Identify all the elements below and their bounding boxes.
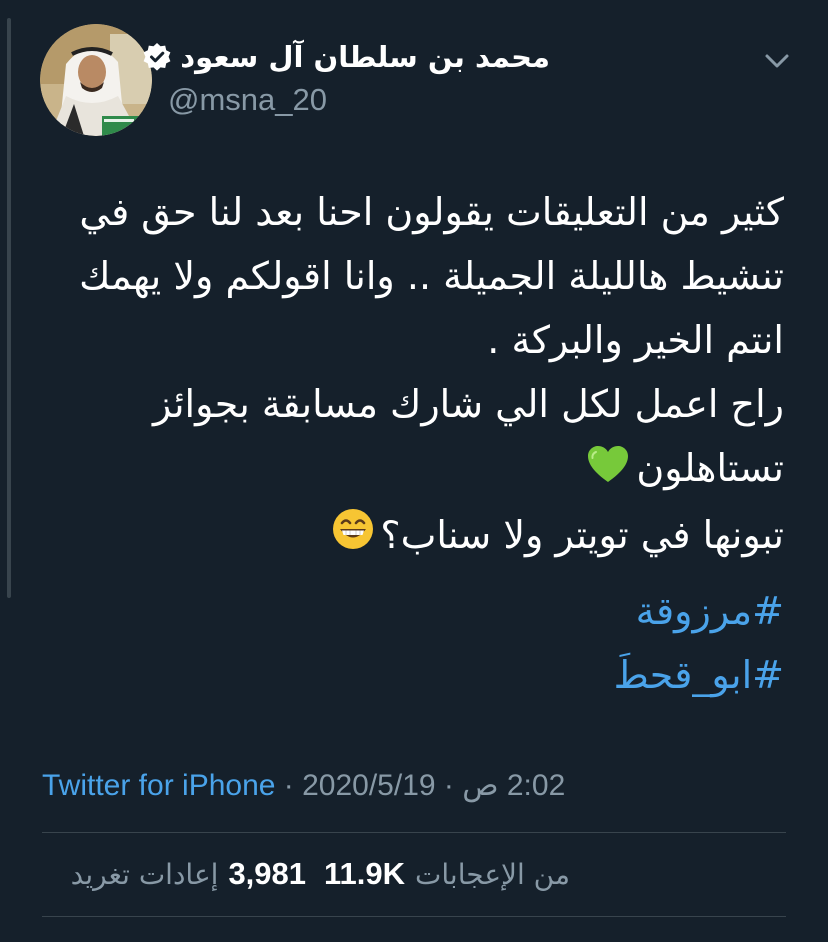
tweet-line-text: تستاهلون [636,446,784,490]
tweet-line: راح اعمل لكل الي شارك مسابقة بجوائز [153,382,784,426]
tweet-text: كثير من التعليقات يقولون احنا بعد لنا حق… [24,180,784,707]
author-handle[interactable]: @msna_20 [168,82,327,118]
divider [42,832,786,833]
grinning-face-emoji-icon [332,505,374,569]
hashtag-link[interactable]: #مرزوقة [24,579,784,643]
tweet-line: كثير من التعليقات يقولون احنا بعد لنا حق… [79,190,784,234]
tweet-stats: من الإعجابات 11.9K 3,981 إعادات تغريد [71,856,570,892]
tweet-time: 2:02 ص [462,769,566,802]
tweet-line: تنشيط هالليلة الجميلة .. وانا اقولكم ولا… [79,254,784,298]
divider [42,916,786,917]
tweet-meta: Twitter for iPhone · 2020/5/19 · 2:02 ص [42,768,565,803]
retweets-count[interactable]: 3,981 [228,856,306,892]
green-heart-emoji-icon [586,439,630,503]
avatar-image [40,24,152,136]
author-name-row[interactable]: محمد بن سلطان آل سعود [142,40,550,74]
meta-separator: · [435,769,463,802]
hashtag-link[interactable]: #ابو_قحطَ [24,643,784,707]
tweet-line-text: تبونها في تويتر ولا سناب؟ [380,512,784,557]
chevron-down-icon[interactable] [760,46,794,76]
tweet-line-with-heart: تستاهلون [24,436,784,503]
author-display-name[interactable]: محمد بن سلطان آل سعود [180,40,550,74]
tweet-line-with-grin: تبونها في تويتر ولا سناب؟ [24,503,784,570]
avatar[interactable] [40,24,152,136]
scroll-indicator[interactable] [7,18,11,598]
retweets-label[interactable]: إعادات تغريد [71,858,219,891]
tweet-date: 2020/5/19 [302,769,436,802]
source-link[interactable]: Twitter for iPhone [42,769,275,802]
verified-badge-icon [143,43,171,71]
likes-label[interactable]: من الإعجابات [415,858,570,891]
tweet-line: انتم الخير والبركة . [487,318,784,362]
meta-separator: · [275,769,303,802]
likes-count[interactable]: 11.9K [324,856,405,892]
